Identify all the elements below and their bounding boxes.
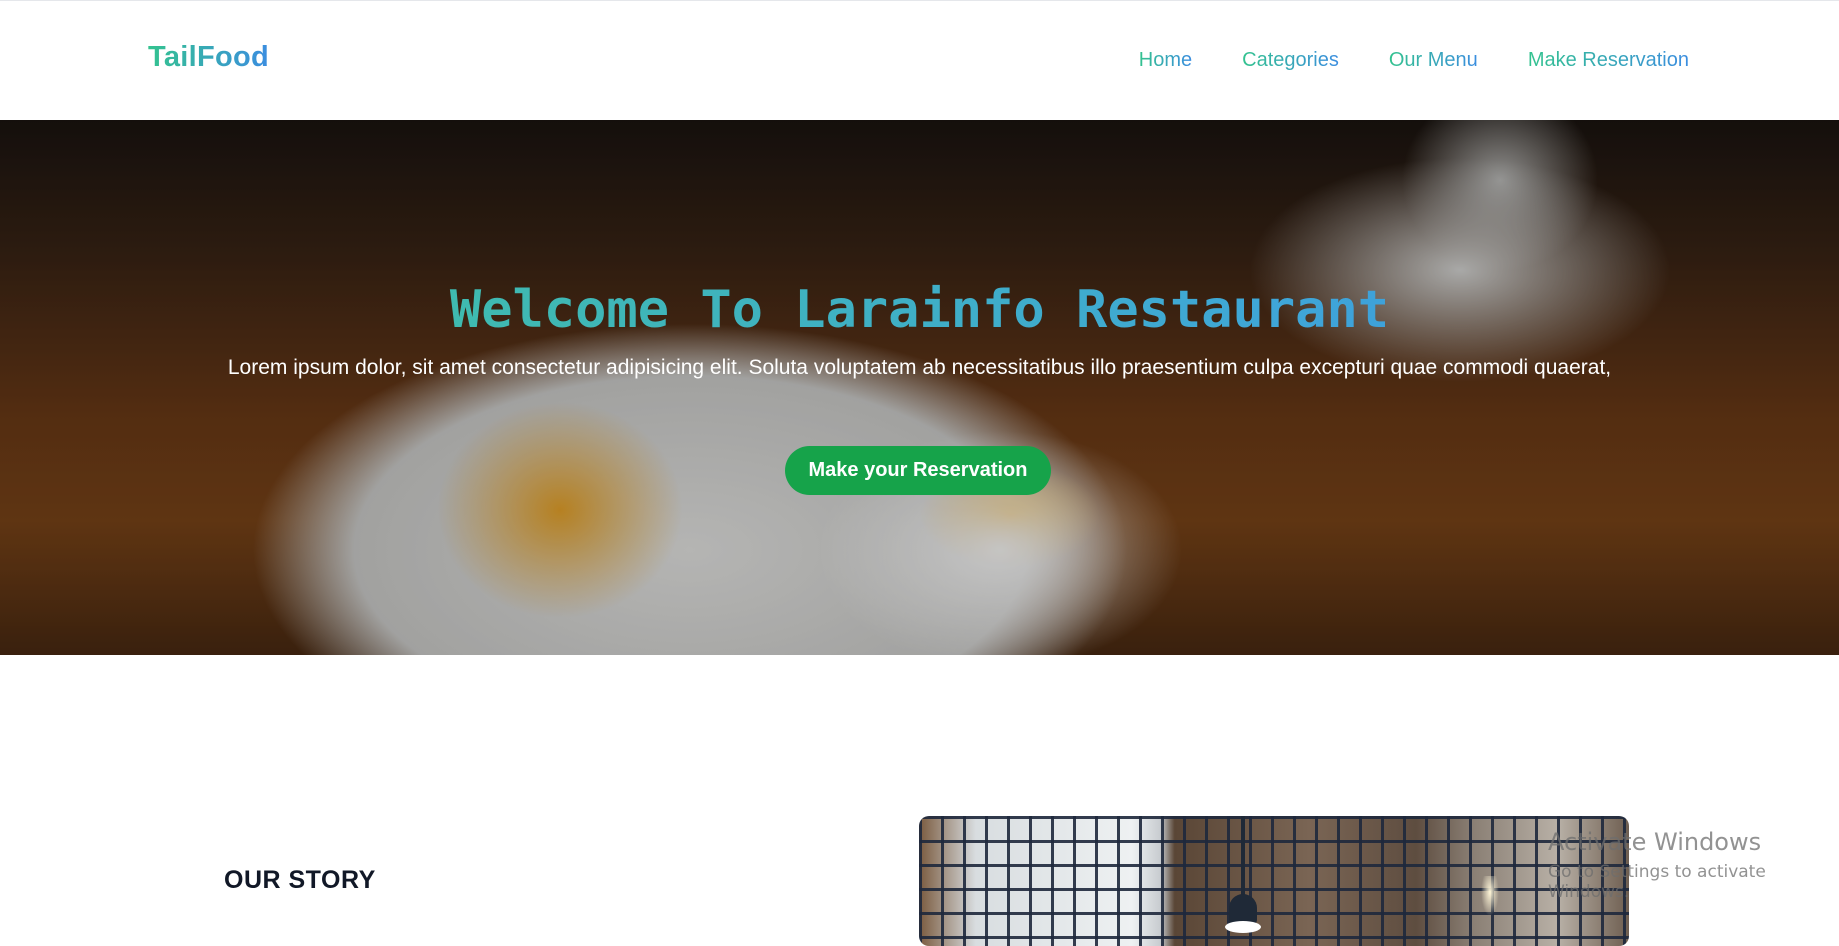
- pendant-lamp-cord: [1241, 816, 1245, 896]
- pendant-lamp-shade: [1229, 894, 1257, 924]
- wall-light: [1481, 876, 1499, 916]
- main-nav: Home Categories Our Menu Make Reservatio…: [1139, 49, 1689, 72]
- make-reservation-button[interactable]: Make your Reservation: [785, 446, 1051, 495]
- hero-title: Welcome To Larainfo Restaurant: [0, 280, 1839, 340]
- hero-background-image: [0, 120, 1839, 655]
- restaurant-interior-image: [919, 816, 1629, 946]
- nav-link-make-reservation[interactable]: Make Reservation: [1528, 49, 1689, 72]
- pendant-lamp-glow: [1225, 921, 1261, 933]
- nav-link-our-menu[interactable]: Our Menu: [1389, 49, 1478, 72]
- site-logo[interactable]: TailFood: [148, 41, 269, 74]
- hero-subtitle: Lorem ipsum dolor, sit amet consectetur …: [227, 356, 1612, 379]
- nav-link-categories[interactable]: Categories: [1242, 49, 1339, 72]
- nav-link-home[interactable]: Home: [1139, 49, 1192, 72]
- our-story-heading: OUR STORY: [224, 866, 376, 894]
- site-header: TailFood Home Categories Our Menu Make R…: [0, 0, 1839, 120]
- hero-section: Welcome To Larainfo Restaurant Lorem ips…: [0, 120, 1839, 655]
